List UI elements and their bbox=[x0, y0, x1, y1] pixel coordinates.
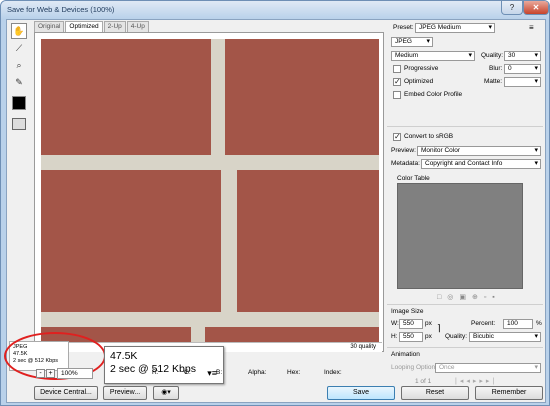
zoom-level-select[interactable]: 100% bbox=[57, 368, 93, 379]
brick bbox=[41, 39, 211, 155]
green-readout: G: bbox=[184, 369, 191, 376]
quality-input[interactable]: 30 bbox=[504, 51, 541, 61]
embed-profile-checkbox[interactable] bbox=[393, 91, 401, 99]
settings-panel: Preset: JPEG Medium ≡ JPEG Medium Qualit… bbox=[385, 20, 545, 404]
eyedropper-tool-icon[interactable]: ✎ bbox=[11, 74, 27, 90]
height-input[interactable]: 550 bbox=[399, 332, 423, 342]
help-button[interactable]: ? bbox=[501, 1, 523, 15]
matte-label: Matte: bbox=[484, 78, 503, 85]
blue-readout: B: bbox=[216, 369, 223, 376]
preset-select[interactable]: JPEG Medium bbox=[415, 23, 495, 33]
zoom-tool-icon[interactable]: ⌕ bbox=[11, 57, 27, 73]
format-select[interactable]: JPEG bbox=[391, 37, 433, 47]
divider bbox=[387, 347, 543, 348]
width-input[interactable]: 550 bbox=[399, 319, 423, 329]
divider bbox=[387, 126, 543, 127]
save-for-web-window: Save for Web & Devices (100%) ? ✕ ✋ ⟋ ⌕ … bbox=[0, 0, 550, 406]
resample-quality-label: Quality: bbox=[445, 333, 468, 340]
progressive-checkbox[interactable] bbox=[393, 65, 401, 73]
blur-input[interactable]: 0 bbox=[504, 64, 541, 74]
image-preview-pane[interactable]: 30 quality bbox=[34, 32, 384, 352]
progressive-label: Progressive bbox=[404, 65, 439, 72]
dialog-body: ✋ ⟋ ⌕ ✎ Original Optimized 2-Up 4-Up 30 … bbox=[4, 19, 546, 404]
width-label: W: bbox=[391, 320, 399, 327]
brick bbox=[225, 39, 379, 155]
status-bar: - + 100% R: G: B: Alpha: Hex: Index: bbox=[34, 367, 384, 381]
height-unit: px bbox=[425, 333, 432, 340]
optimized-label: Optimized bbox=[404, 78, 434, 85]
percent-input[interactable]: 100 bbox=[503, 319, 533, 329]
zoom-out-button[interactable]: - bbox=[36, 369, 45, 378]
width-unit: px bbox=[425, 320, 432, 327]
preset-label: Preset: bbox=[393, 24, 414, 31]
blur-label: Blur: bbox=[489, 65, 503, 72]
frame-counter: 1 of 1 bbox=[415, 378, 432, 385]
slice-select-tool-icon[interactable]: ⟋ bbox=[11, 40, 27, 56]
percent-unit: % bbox=[536, 320, 542, 327]
quality-level-select[interactable]: Medium bbox=[391, 51, 475, 61]
looping-label: Looping Options: bbox=[391, 364, 441, 371]
optimized-checkbox[interactable] bbox=[393, 77, 401, 86]
preview-label: Preview: bbox=[391, 147, 416, 154]
color-table-title: Color Table bbox=[397, 175, 430, 182]
height-label: H: bbox=[391, 333, 398, 340]
window-title: Save for Web & Devices (100%) bbox=[7, 5, 115, 14]
quality-annotation: 30 quality bbox=[350, 344, 376, 350]
preview-button[interactable]: Preview... bbox=[103, 386, 147, 400]
brick bbox=[237, 170, 379, 312]
brick-wall-image[interactable] bbox=[41, 39, 379, 347]
matte-select[interactable] bbox=[504, 77, 541, 87]
hex-readout: Hex: bbox=[287, 369, 301, 376]
metadata-label: Metadata: bbox=[391, 160, 420, 167]
quality-label: Quality: bbox=[481, 52, 504, 59]
preview-select[interactable]: Monitor Color bbox=[417, 146, 541, 156]
animation-controls-icon: |◂◂▸▸▸| bbox=[455, 378, 498, 385]
convert-srgb-checkbox[interactable] bbox=[393, 132, 401, 141]
animation-title: Animation bbox=[391, 351, 420, 358]
brick bbox=[41, 170, 221, 312]
zoom-in-button[interactable]: + bbox=[46, 369, 55, 378]
device-central-button[interactable]: Device Central... bbox=[34, 386, 98, 400]
toggle-slices-visibility-icon[interactable] bbox=[12, 118, 26, 130]
color-table-grid[interactable] bbox=[397, 183, 523, 289]
metadata-select[interactable]: Copyright and Contact Info bbox=[421, 159, 541, 169]
close-button[interactable]: ✕ bbox=[523, 1, 549, 15]
divider bbox=[387, 304, 543, 305]
image-size-title: Image Size bbox=[391, 308, 424, 315]
color-table-actions-icon[interactable]: □◎▣⊕▫▪ bbox=[437, 293, 501, 301]
convert-srgb-label: Convert to sRGB bbox=[404, 133, 454, 140]
zoomed-file-size: 47.5K bbox=[110, 350, 138, 362]
percent-label: Percent: bbox=[471, 320, 496, 327]
constrain-link-icon[interactable]: ⌉ bbox=[437, 323, 441, 334]
hand-tool-icon[interactable]: ✋ bbox=[11, 23, 27, 39]
browser-preview-button[interactable]: ◉▾ bbox=[153, 386, 179, 400]
looping-select: Once bbox=[435, 363, 541, 373]
tool-panel: ✋ ⟋ ⌕ ✎ bbox=[9, 22, 31, 138]
alpha-readout: Alpha: bbox=[248, 369, 267, 376]
title-bar: Save for Web & Devices (100%) ? ✕ bbox=[1, 1, 549, 19]
panel-menu-icon[interactable]: ≡ bbox=[529, 23, 534, 32]
red-readout: R: bbox=[152, 369, 159, 376]
eyedropper-color-swatch[interactable] bbox=[12, 96, 26, 110]
resample-quality-select[interactable]: Bicubic bbox=[469, 332, 541, 342]
embed-profile-label: Embed Color Profile bbox=[404, 91, 463, 98]
index-readout: Index: bbox=[324, 369, 342, 376]
